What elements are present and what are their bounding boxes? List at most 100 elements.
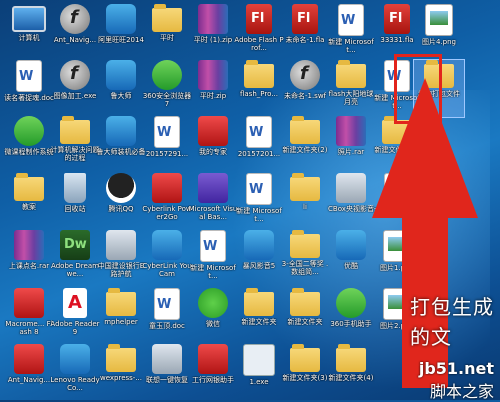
desktop-icon-label: 新建 Microsoft... bbox=[236, 207, 282, 223]
fla-icon bbox=[384, 4, 410, 34]
desktop-icon[interactable]: wexpress-... bbox=[96, 344, 146, 401]
desktop-icon-label: 回收站 bbox=[64, 205, 86, 213]
rar-icon bbox=[14, 230, 44, 260]
app-icon bbox=[60, 344, 90, 374]
desktop-icon[interactable]: 新建文件夹(4) bbox=[326, 344, 376, 401]
desktop-icon[interactable]: Adobe Flash Prof... bbox=[234, 4, 284, 61]
desktop-icon-label: Ant_Navig... bbox=[53, 36, 97, 44]
desktop-icon-label: 平时 bbox=[160, 34, 174, 42]
desktop-icon[interactable]: 腾讯QQ bbox=[96, 173, 146, 230]
desktop-icon[interactable]: 新建文件夹 bbox=[280, 288, 330, 345]
desktop-icon[interactable]: 未命名-1.swf bbox=[280, 60, 330, 117]
desktop-icon[interactable]: 计算机 bbox=[4, 4, 54, 61]
desktop-icon[interactable]: 回收站 bbox=[50, 173, 100, 230]
desktop-icon[interactable]: 微课程制作系统 bbox=[4, 116, 54, 173]
red-icon bbox=[198, 344, 228, 374]
desktop-icon[interactable]: mphelper bbox=[96, 288, 146, 345]
folder-icon bbox=[14, 173, 44, 201]
folder-icon bbox=[152, 4, 182, 32]
doc-icon bbox=[246, 173, 272, 205]
desktop-icon[interactable]: flash_Pro... bbox=[234, 60, 284, 117]
desktop-icon[interactable]: CyberLink YouCam bbox=[142, 230, 192, 287]
desktop-icon[interactable]: 图像加工.exe bbox=[50, 60, 100, 117]
png-icon bbox=[425, 4, 453, 36]
desktop-icon[interactable]: 教案 bbox=[4, 173, 54, 230]
desktop-icon-label: Adobe Flash Prof... bbox=[234, 36, 284, 52]
desktop-icon[interactable]: 鲁大师装机必备 bbox=[96, 116, 146, 173]
desktop-icon[interactable]: 微信 bbox=[188, 288, 238, 345]
desktop-icon[interactable]: flash大阳地球月亮 bbox=[326, 60, 376, 117]
desktop-icon-label: 中国建设银行E路护航 bbox=[97, 262, 145, 278]
gray-icon bbox=[336, 173, 366, 203]
desktop-icon-label: mphelper bbox=[104, 318, 138, 326]
doc-icon bbox=[154, 116, 180, 148]
desktop-icon[interactable]: 新建文件夹(3) bbox=[280, 344, 330, 401]
desktop-icon[interactable]: 新建 Microsoft... bbox=[188, 230, 238, 287]
desktop-icon[interactable]: 工行网银助手 bbox=[188, 344, 238, 401]
desktop-icon-label: 20157201... bbox=[237, 150, 281, 158]
desktop-icon-label: 360手机助手 bbox=[330, 320, 372, 328]
gray-icon bbox=[152, 344, 182, 374]
desktop-icon[interactable]: 新建文件夹(2) bbox=[280, 116, 330, 173]
doc-icon bbox=[246, 116, 272, 148]
desktop-icon[interactable]: Macrome... Flash 8 bbox=[4, 288, 54, 345]
desktop-icon-label: 暴风影音5 bbox=[242, 262, 276, 270]
desktop-icon[interactable]: 上课点名.rar bbox=[4, 230, 54, 287]
green-icon bbox=[14, 116, 44, 146]
doc-icon bbox=[16, 60, 42, 92]
desktop-icon-label: 图像加工.exe bbox=[53, 92, 97, 100]
desktop-icon[interactable]: 平时 bbox=[142, 4, 192, 61]
desktop-icon[interactable]: 平时 (1).zip bbox=[188, 4, 238, 61]
caption-text: 打包生成的文 bbox=[410, 295, 494, 349]
desktop-icon[interactable]: Ant_Navig... bbox=[50, 4, 100, 61]
desktop-icon[interactable]: 优酷 bbox=[326, 230, 376, 287]
desktop-icon[interactable]: 阿里旺旺2014 bbox=[96, 4, 146, 61]
desktop-icon[interactable]: 新建 Microsoft... bbox=[234, 173, 284, 230]
desktop-icon[interactable]: 未命名-1.fla bbox=[280, 4, 330, 61]
desktop-icon[interactable]: 新建文件夹 bbox=[234, 288, 284, 345]
qq-icon bbox=[106, 173, 136, 203]
gray-icon bbox=[106, 230, 136, 260]
desktop-icon-label: 优酷 bbox=[344, 262, 358, 270]
folder-icon bbox=[106, 288, 136, 316]
desktop-icon[interactable]: 暴风影音5 bbox=[234, 230, 284, 287]
desktop-icon[interactable]: 鲁大师 bbox=[96, 60, 146, 117]
app-icon bbox=[106, 116, 136, 146]
desktop-icon[interactable]: 新建 Microsoft... bbox=[326, 4, 376, 61]
desktop-icon[interactable]: 图片4.png bbox=[414, 4, 464, 61]
desktop-icon[interactable]: 中国建设银行E路护航 bbox=[96, 230, 146, 287]
desktop-icon-label: 工行网银助手 bbox=[192, 376, 234, 384]
desktop-icon[interactable]: 20157201... bbox=[234, 116, 284, 173]
rar-icon bbox=[198, 60, 228, 90]
desktop-icon[interactable]: 照片.rar bbox=[326, 116, 376, 173]
desktop-icon-label: li bbox=[303, 203, 307, 211]
rar-icon bbox=[198, 4, 228, 34]
desktop-icon[interactable]: 20157291... bbox=[142, 116, 192, 173]
desktop-icon[interactable]: 计算机解决问题的过程 bbox=[50, 116, 100, 173]
desktop-icon[interactable]: Microsoft Visual Bas... bbox=[188, 173, 238, 230]
app-icon bbox=[336, 230, 366, 260]
desktop-icon[interactable]: 联想一键恢复 bbox=[142, 344, 192, 401]
desktop-icon[interactable]: CBox央视影音 bbox=[326, 173, 376, 230]
desktop-icon[interactable]: 3-全国二等奖 .数组简... bbox=[280, 230, 330, 287]
bin-icon bbox=[64, 173, 86, 203]
desktop-icon[interactable]: 360手机助手 bbox=[326, 288, 376, 345]
desktop-icon[interactable]: 平时.zip bbox=[188, 60, 238, 117]
desktop-icon-label: 上课点名.rar bbox=[8, 262, 50, 270]
desktop-icon-label: 教案 bbox=[22, 203, 36, 211]
desktop-icon-label: 腾讯QQ bbox=[108, 205, 134, 213]
green-icon bbox=[336, 288, 366, 318]
app-icon bbox=[106, 60, 136, 90]
desktop-icon[interactable]: Adobe Reader 9 bbox=[50, 288, 100, 345]
desktop-icon[interactable]: Adobe Dreamwe... bbox=[50, 230, 100, 287]
desktop-icon[interactable]: 读名著捉魂.doc bbox=[4, 60, 54, 117]
desktop-icon[interactable]: Ant_Navig... bbox=[4, 344, 54, 401]
desktop-icon[interactable]: 我的专家 bbox=[188, 116, 238, 173]
desktop-icon[interactable]: Cyberlink Power2Go bbox=[142, 173, 192, 230]
desktop-icon[interactable]: 童玉顶.doc bbox=[142, 288, 192, 345]
desktop-icon[interactable]: 1.exe bbox=[234, 344, 284, 401]
desktop-icon[interactable]: 360安全浏览器7 bbox=[142, 60, 192, 117]
desktop-icon[interactable]: li bbox=[280, 173, 330, 230]
desktop-icon[interactable]: Lenovo ReadyCo... bbox=[50, 344, 100, 401]
desktop-icon-label: Cyberlink Power2Go bbox=[142, 205, 192, 221]
